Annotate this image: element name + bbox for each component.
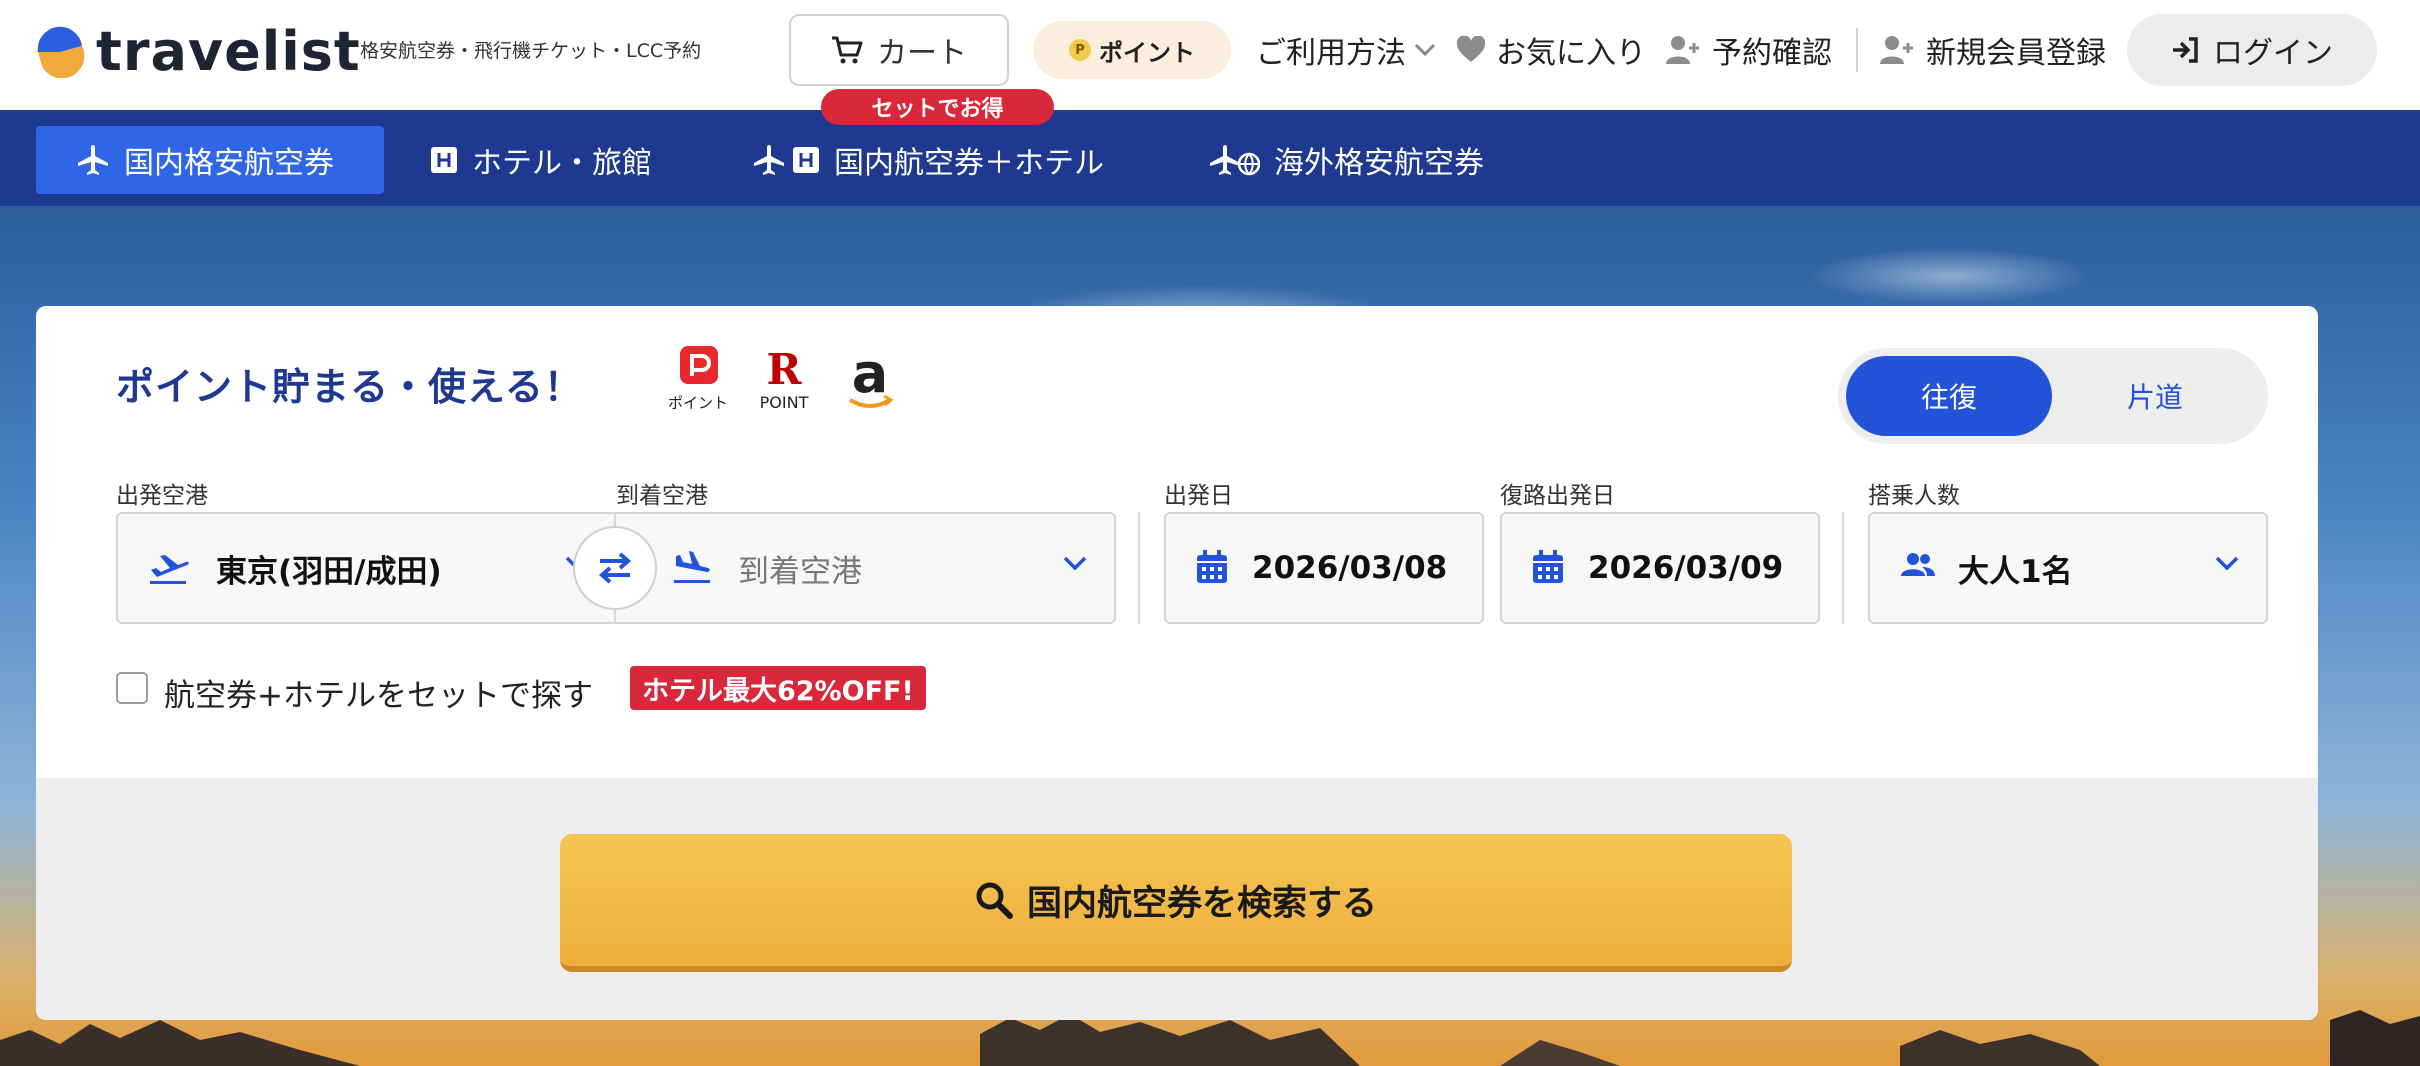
calendar-icon (1533, 550, 1563, 583)
trip-type-toggle: 往復 片道 (1838, 348, 2268, 444)
tab-hotels[interactable]: ホテル・旅館 (430, 126, 652, 194)
tab-label: ホテル・旅館 (472, 146, 652, 181)
paypay-logo-text: ポイント (668, 394, 728, 412)
nav-divider (1856, 28, 1858, 72)
depart-date-value: 2026/03/08 (1252, 550, 1448, 586)
tab-flight-hotel[interactable]: 国内航空券＋ホテル (752, 126, 1104, 194)
register-link[interactable]: 新規会員登録 (1880, 28, 2106, 72)
departure-airport-select[interactable]: 東京(羽田/成田) (116, 512, 616, 624)
usage-menu[interactable]: ご利用方法 (1256, 28, 1436, 72)
hotel-set-checkbox[interactable] (116, 672, 148, 704)
site-header: travelist 格安航空券・飛行機チケット・LCC予約 カート セットでお得… (0, 0, 2420, 125)
depart-date-picker[interactable]: 2026/03/08 (1164, 512, 1484, 624)
departure-airport-label: 出発空港 (116, 483, 208, 509)
round-trip-option[interactable]: 往復 (1846, 356, 2052, 436)
paypay-logo: ポイント (668, 346, 728, 412)
field-divider (1842, 512, 1844, 624)
airplane-icon (754, 145, 784, 175)
depart-date-label: 出発日 (1164, 483, 1233, 509)
chevron-down-icon (1414, 43, 1436, 57)
one-way-option[interactable]: 片道 (2052, 356, 2258, 436)
chevron-down-icon (1063, 556, 1087, 571)
tab-label: 国内航空券＋ホテル (834, 146, 1104, 181)
tab-label: 海外格安航空券 (1274, 146, 1484, 181)
reservation-label: 予約確認 (1712, 36, 1832, 71)
cart-button[interactable]: カート (789, 14, 1009, 86)
search-icon (976, 882, 1013, 919)
hotel-discount-badge: ホテル最大62%OFF! (630, 666, 926, 710)
point-label: ポイント (1099, 38, 1195, 67)
cart-set-badge: セットでお得 (821, 89, 1054, 125)
swap-airports-button[interactable] (573, 526, 657, 610)
swap-arrows-icon (598, 552, 632, 584)
takeoff-icon (150, 555, 189, 584)
user-plus-icon (1666, 36, 1699, 64)
chevron-down-icon (2215, 556, 2239, 571)
logo-wordmark: travelist (96, 20, 361, 83)
rakuten-logo-text: POINT (760, 393, 809, 412)
reservation-link[interactable]: 予約確認 (1666, 28, 1832, 72)
travelist-logo-mark (37, 26, 85, 78)
return-date-picker[interactable]: 2026/03/09 (1500, 512, 1820, 624)
point-button[interactable]: P ポイント (1033, 21, 1231, 79)
return-date-label: 復路出発日 (1500, 483, 1615, 509)
hotel-set-label[interactable]: 航空券+ホテルをセットで探す (164, 670, 593, 715)
passengers-label: 搭乗人数 (1868, 483, 1960, 509)
tab-domestic-flights[interactable]: 国内格安航空券 (36, 126, 384, 194)
login-button[interactable]: ログイン (2127, 14, 2377, 86)
rakuten-point-logo: R POINT (760, 345, 809, 412)
arrival-airport-select[interactable]: 到着空港 (614, 512, 1116, 624)
tab-label: 国内格安航空券 (124, 146, 334, 181)
flight-search-card: ポイント貯まる・使える！ ポイント R POINT a 往復 片道 出発空港 到… (36, 306, 2318, 1020)
hotel-icon (793, 147, 819, 173)
service-tab-bar: 国内格安航空券 ホテル・旅館 国内航空券＋ホテル 海外格安航空券 (0, 110, 2420, 206)
arrival-airport-label: 到着空港 (616, 483, 708, 509)
search-flights-button[interactable]: 国内航空券を検索する (560, 834, 1792, 972)
search-button-label: 国内航空券を検索する (1026, 883, 1377, 924)
usage-label: ご利用方法 (1256, 36, 1406, 71)
passengers-value: 大人1名 (1958, 553, 2073, 590)
favorites-link[interactable]: お気に入り (1456, 28, 1646, 72)
airplane-icon (78, 145, 108, 175)
amazon-logo-letter: a (852, 344, 888, 405)
cart-label: カート (877, 36, 967, 71)
sign-in-icon (2173, 37, 2198, 63)
landing-icon (674, 551, 710, 583)
users-icon (1901, 553, 1935, 576)
register-label: 新規会員登録 (1926, 36, 2106, 71)
return-date-value: 2026/03/09 (1588, 550, 1784, 586)
travelist-logo[interactable]: travelist (34, 22, 361, 82)
point-coin-icon: P (1069, 39, 1091, 61)
site-tagline: 格安航空券・飛行機チケット・LCC予約 (360, 40, 702, 62)
arrival-airport-placeholder: 到着空港 (738, 553, 862, 590)
field-divider (1138, 512, 1140, 624)
points-promo-title: ポイント貯まる・使える！ (116, 365, 583, 409)
amazon-logo: a (848, 344, 894, 408)
tab-international-flights[interactable]: 海外格安航空券 (1208, 126, 1484, 194)
airplane-globe-icon (1210, 145, 1260, 176)
hotel-icon (431, 147, 457, 173)
heart-icon (1456, 36, 1486, 62)
calendar-icon (1197, 550, 1227, 583)
departure-airport-value: 東京(羽田/成田) (216, 553, 442, 590)
passengers-select[interactable]: 大人1名 (1868, 512, 2268, 624)
favorites-label: お気に入り (1496, 36, 1646, 71)
rakuten-logo-letter: R (767, 345, 803, 394)
cart-icon (832, 36, 863, 64)
login-label: ログイン (2213, 36, 2333, 71)
user-plus-icon (1880, 36, 1913, 64)
